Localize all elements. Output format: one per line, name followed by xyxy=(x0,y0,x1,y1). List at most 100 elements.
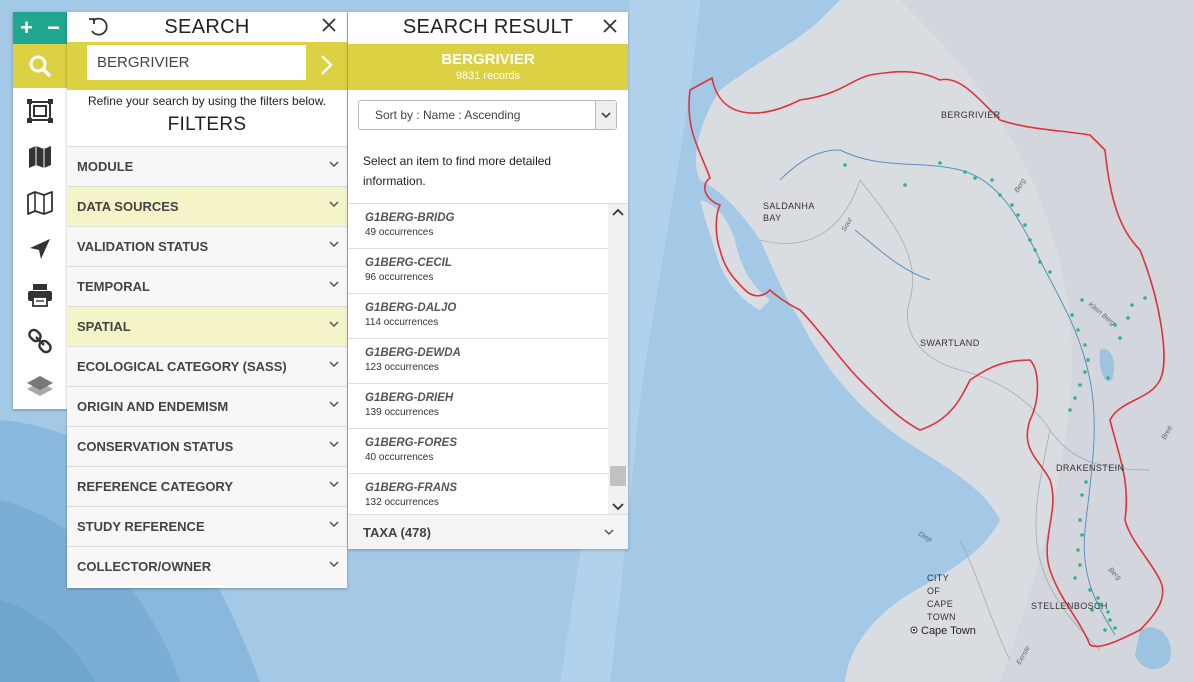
sample-site-marker[interactable] xyxy=(1080,533,1084,537)
scroll-up-icon[interactable] xyxy=(612,208,624,216)
result-item[interactable]: G1BERG-DRIEH 139 occurrences xyxy=(348,384,608,429)
sample-site-marker[interactable] xyxy=(1078,383,1082,387)
map-outline-button[interactable] xyxy=(13,180,67,226)
filters-list: MODULE DATA SOURCES VALIDATION STATUS TEMPO… xyxy=(67,146,347,586)
search-submit-button[interactable] xyxy=(319,54,333,81)
sample-site-marker[interactable] xyxy=(1130,303,1134,307)
chevron-down-icon xyxy=(329,321,339,328)
sample-site-marker[interactable] xyxy=(1126,316,1130,320)
filter-label: ECOLOGICAL CATEGORY (SASS) xyxy=(77,359,287,374)
zoom-out-button[interactable]: − xyxy=(40,12,67,44)
sample-site-marker[interactable] xyxy=(1076,328,1080,332)
locate-button[interactable] xyxy=(13,226,67,272)
chevron-down-icon xyxy=(329,161,339,168)
sample-site-marker[interactable] xyxy=(1108,618,1112,622)
filter-spatial[interactable]: SPATIAL xyxy=(67,306,347,346)
locate-icon xyxy=(30,239,50,259)
sample-site-marker[interactable] xyxy=(1068,408,1072,412)
filter-data-sources[interactable]: DATA SOURCES xyxy=(67,186,347,226)
sample-site-marker[interactable] xyxy=(1038,260,1042,264)
filter-temporal[interactable]: TEMPORAL xyxy=(67,266,347,306)
scroll-down-icon[interactable] xyxy=(612,503,624,511)
zoom-in-button[interactable]: + xyxy=(13,12,40,44)
layers-icon xyxy=(27,376,53,396)
scrollbar-thumb[interactable] xyxy=(610,466,626,486)
sample-site-marker[interactable] xyxy=(1086,358,1090,362)
sample-site-marker[interactable] xyxy=(1113,626,1117,630)
result-scrollbar[interactable] xyxy=(608,204,628,515)
close-result-button[interactable] xyxy=(602,18,618,39)
sample-site-marker[interactable] xyxy=(1103,628,1107,632)
sample-site-marker[interactable] xyxy=(998,193,1002,197)
sample-site-marker[interactable] xyxy=(990,178,994,182)
sample-site-marker[interactable] xyxy=(1084,480,1088,484)
sample-site-marker[interactable] xyxy=(1076,548,1080,552)
map-label-swartland: SWARTLAND xyxy=(920,338,980,348)
link-button[interactable] xyxy=(13,318,67,364)
result-item-occurrences: 123 occurrences xyxy=(365,362,439,373)
sort-select[interactable]: Sort by : Name : Ascending xyxy=(358,100,617,130)
result-item-occurrences: 139 occurrences xyxy=(365,407,439,418)
result-item[interactable]: G1BERG-DALJO 114 occurrences xyxy=(348,294,608,339)
result-item[interactable]: G1BERG-CECIL 96 occurrences xyxy=(348,249,608,294)
filter-validation-status[interactable]: VALIDATION STATUS xyxy=(67,226,347,266)
sample-site-marker[interactable] xyxy=(1080,493,1084,497)
filter-ecological-category-sass[interactable]: ECOLOGICAL CATEGORY (SASS) xyxy=(67,346,347,386)
sample-site-marker[interactable] xyxy=(1033,248,1037,252)
sample-site-marker[interactable] xyxy=(1096,596,1100,600)
result-item-code: G1BERG-FORES xyxy=(365,437,458,449)
sample-site-marker[interactable] xyxy=(1083,343,1087,347)
chevron-down-icon xyxy=(329,201,339,208)
search-hint: Refine your search by using the filters … xyxy=(87,94,327,108)
filter-origin-and-endemism[interactable]: ORIGIN AND ENDEMISM xyxy=(67,386,347,426)
sample-site-marker[interactable] xyxy=(1083,370,1087,374)
filter-study-reference[interactable]: STUDY REFERENCE xyxy=(67,506,347,546)
filter-module[interactable]: MODULE xyxy=(67,146,347,186)
filter-collector-owner[interactable]: COLLECTOR/OWNER xyxy=(67,546,347,586)
result-item[interactable]: G1BERG-BRIDG 49 occurrences xyxy=(348,204,608,249)
filter-label: TEMPORAL xyxy=(77,279,150,294)
print-button[interactable] xyxy=(13,272,67,318)
sample-site-marker[interactable] xyxy=(1023,223,1027,227)
sample-site-marker[interactable] xyxy=(1078,563,1082,567)
result-item[interactable]: G1BERG-FORES 40 occurrences xyxy=(348,429,608,474)
layers-button[interactable] xyxy=(13,364,67,410)
chevron-down-icon xyxy=(329,361,339,368)
result-list[interactable]: G1BERG-BRIDG 49 occurrences G1BERG-CECIL 96… xyxy=(348,203,628,515)
sample-site-marker[interactable] xyxy=(843,163,847,167)
map-label-of: OF xyxy=(927,586,940,596)
sample-site-marker[interactable] xyxy=(1080,298,1084,302)
zoom-extent-button[interactable] xyxy=(13,88,67,134)
result-item[interactable]: G1BERG-FRANS 132 occurrences xyxy=(348,474,608,515)
map-label-bergrivier: BERGRIVIER xyxy=(941,110,1001,120)
map-outline-icon xyxy=(27,191,53,215)
sample-site-marker[interactable] xyxy=(1070,313,1074,317)
close-search-button[interactable] xyxy=(321,17,337,38)
search-input[interactable] xyxy=(87,45,306,80)
sample-site-marker[interactable] xyxy=(1048,270,1052,274)
sample-site-marker[interactable] xyxy=(1010,203,1014,207)
sample-site-marker[interactable] xyxy=(1073,396,1077,400)
filter-conservation-status[interactable]: CONSERVATION STATUS xyxy=(67,426,347,466)
filter-label: DATA SOURCES xyxy=(77,199,179,214)
sample-site-marker[interactable] xyxy=(1118,336,1122,340)
taxa-section[interactable]: TAXA (478) xyxy=(348,514,628,549)
sample-site-marker[interactable] xyxy=(1106,376,1110,380)
sample-site-marker[interactable] xyxy=(938,161,942,165)
filter-label: MODULE xyxy=(77,159,134,174)
filter-reference-category[interactable]: REFERENCE CATEGORY xyxy=(67,466,347,506)
result-item-occurrences: 49 occurrences xyxy=(365,227,434,238)
result-item[interactable]: G1BERG-DEWDA 123 occurrences xyxy=(348,339,608,384)
sample-site-marker[interactable] xyxy=(1073,576,1077,580)
sample-site-marker[interactable] xyxy=(1088,588,1092,592)
search-result-panel: SEARCH RESULT BERGRIVIER 9831 records So… xyxy=(348,12,628,549)
sample-site-marker[interactable] xyxy=(903,183,907,187)
sample-site-marker[interactable] xyxy=(963,170,967,174)
search-tool-button[interactable] xyxy=(13,44,67,88)
sample-site-marker[interactable] xyxy=(1028,238,1032,242)
basemap-button[interactable] xyxy=(13,134,67,180)
sample-site-marker[interactable] xyxy=(1078,518,1082,522)
sample-site-marker[interactable] xyxy=(1016,213,1020,217)
sample-site-marker[interactable] xyxy=(1143,296,1147,300)
sample-site-marker[interactable] xyxy=(973,176,977,180)
